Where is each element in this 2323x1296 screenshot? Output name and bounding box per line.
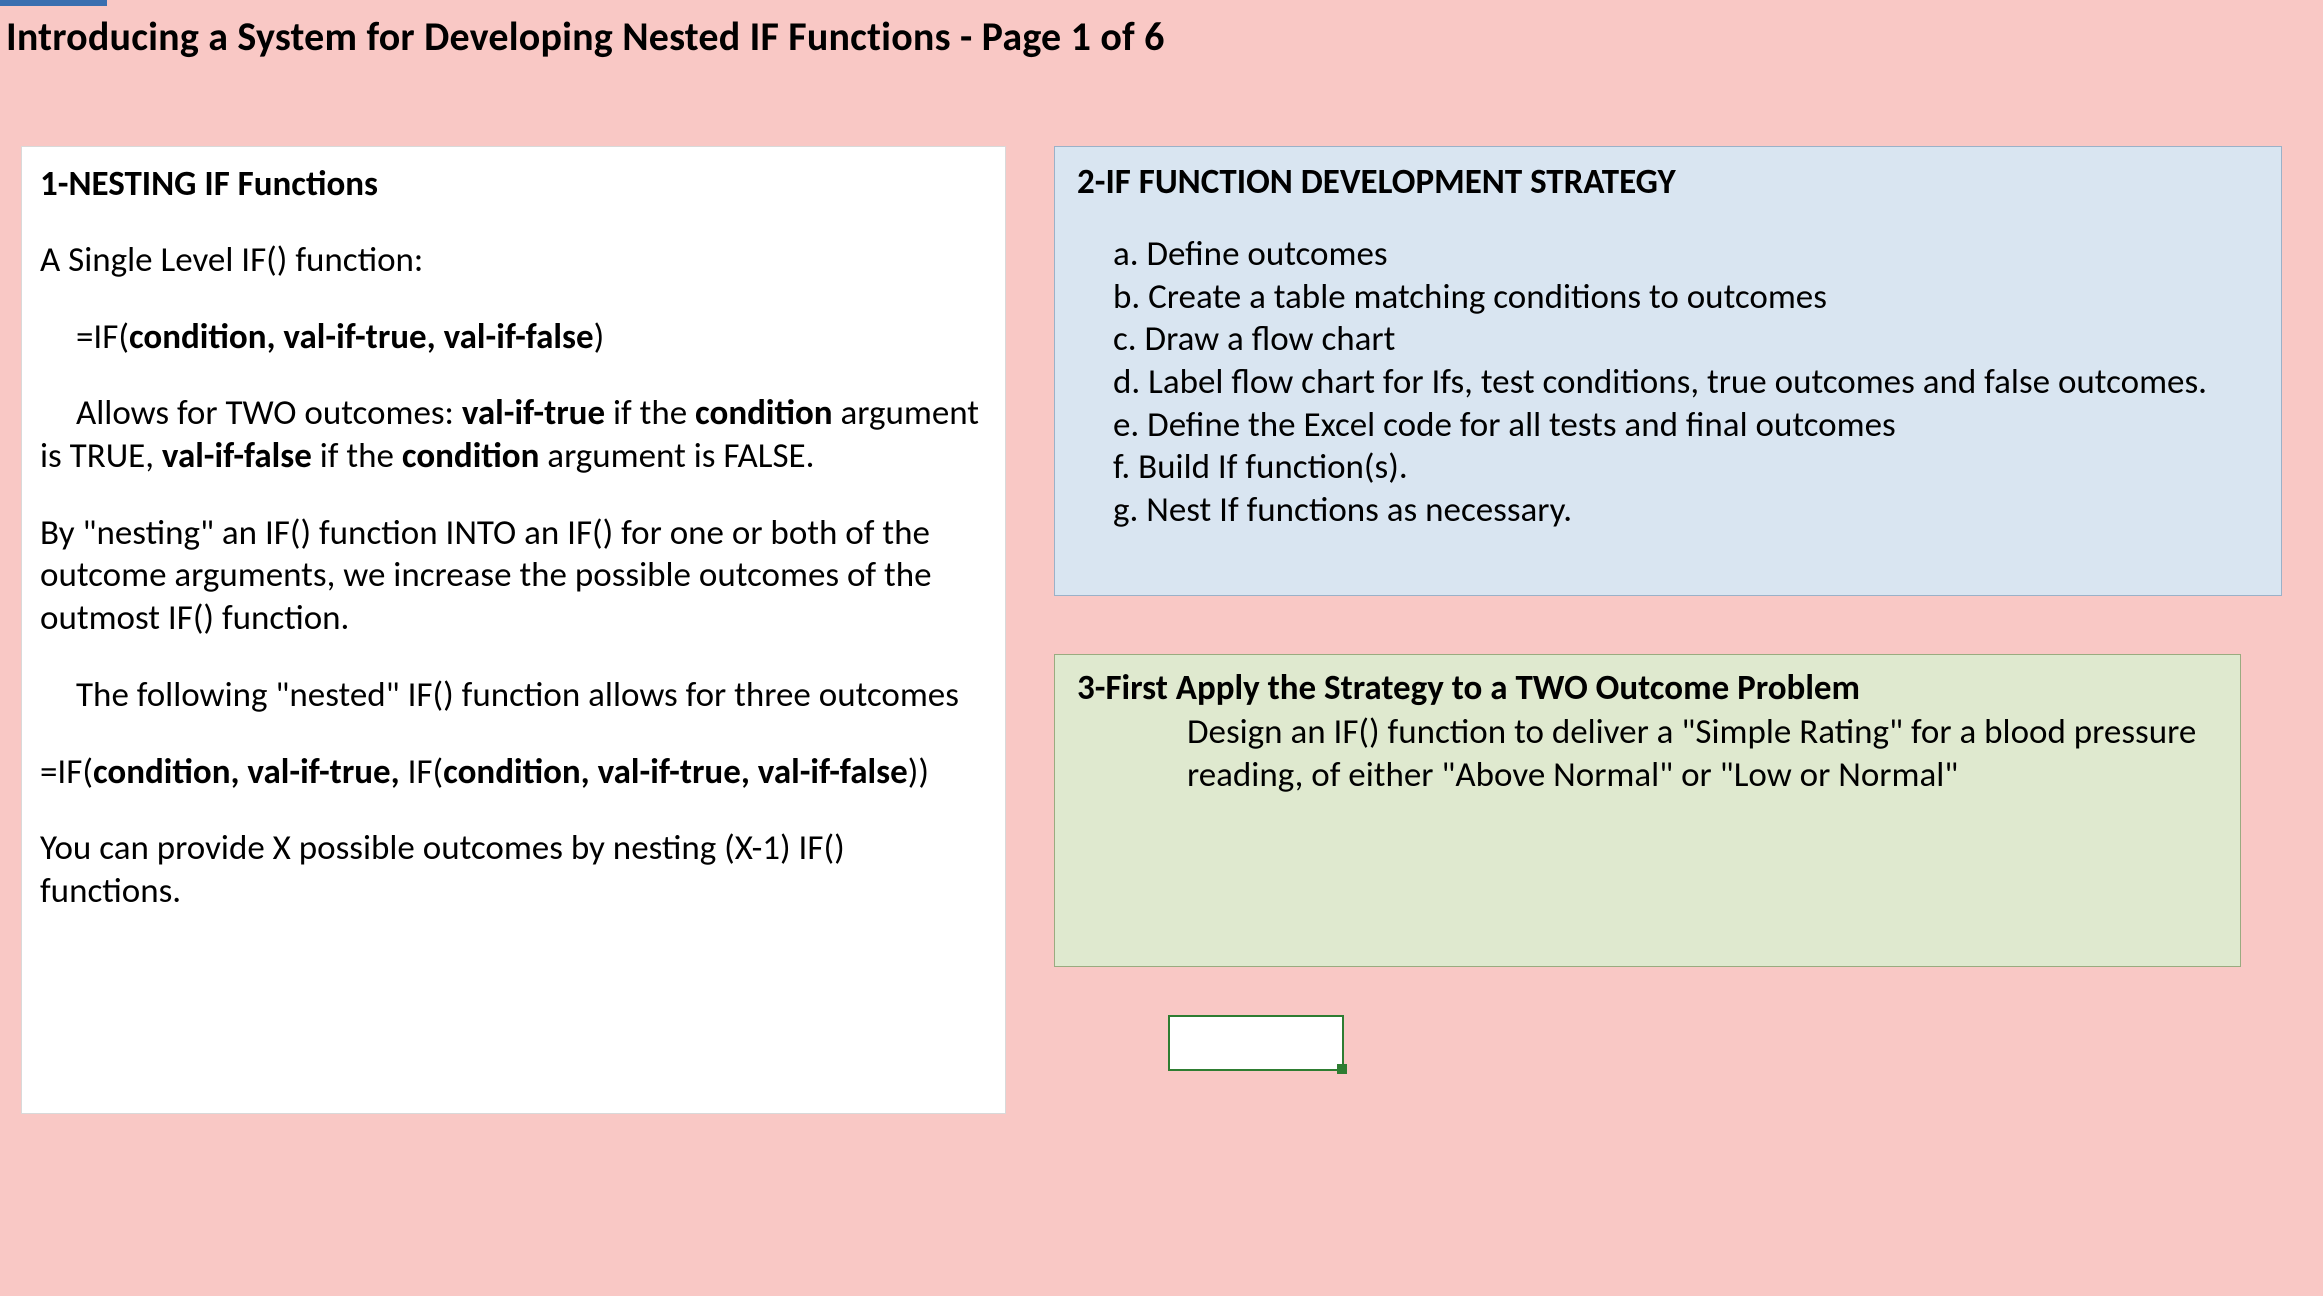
strategy-item: a. Define outcomes <box>1113 233 2259 276</box>
fill-handle[interactable] <box>1337 1064 1347 1074</box>
strategy-item: c. Draw a flow chart <box>1113 318 2259 361</box>
accent-bar <box>0 0 107 6</box>
document-page: Introducing a System for Developing Nest… <box>0 0 2323 1296</box>
formula-single-if: =IF(condition, val-if-true, val-if-false… <box>40 316 987 359</box>
strategy-item: g. Nest If functions as necessary. <box>1113 489 2259 532</box>
p4: The following "nested" IF() function all… <box>40 674 987 717</box>
p3: By "nesting" an IF() function INTO an IF… <box>40 512 987 640</box>
panel-nesting-if: 1-NESTING IF Functions A Single Level IF… <box>21 146 1006 1114</box>
strategy-item: d. Label flow chart for Ifs, test condit… <box>1113 361 2259 404</box>
panel2-heading: 2-IF FUNCTION DEVELOPMENT STRATEGY <box>1077 161 2259 203</box>
strategy-list: a. Define outcomes b. Create a table mat… <box>1077 233 2259 532</box>
strategy-item: b. Create a table matching conditions to… <box>1113 276 2259 319</box>
panel-apply-strategy: 3-First Apply the Strategy to a TWO Outc… <box>1054 654 2241 967</box>
strategy-item: f. Build If function(s). <box>1113 446 2259 489</box>
selected-cell[interactable] <box>1168 1015 1344 1071</box>
p1: A Single Level IF() function: <box>40 239 987 282</box>
p2: Allows for TWO outcomes: val-if-true if … <box>40 392 987 477</box>
formula-nested-if: =IF(condition, val-if-true, IF(condition… <box>40 751 987 794</box>
page-title: Introducing a System for Developing Nest… <box>6 12 1165 61</box>
panel3-heading: 3-First Apply the Strategy to a TWO Outc… <box>1077 667 2218 709</box>
strategy-item: e. Define the Excel code for all tests a… <box>1113 404 2259 447</box>
panel-strategy: 2-IF FUNCTION DEVELOPMENT STRATEGY a. De… <box>1054 146 2282 596</box>
panel3-desc: Design an IF() function to deliver a "Si… <box>1187 711 2218 796</box>
p5: You can provide X possible outcomes by n… <box>40 827 987 912</box>
panel1-heading: 1-NESTING IF Functions <box>40 163 987 205</box>
